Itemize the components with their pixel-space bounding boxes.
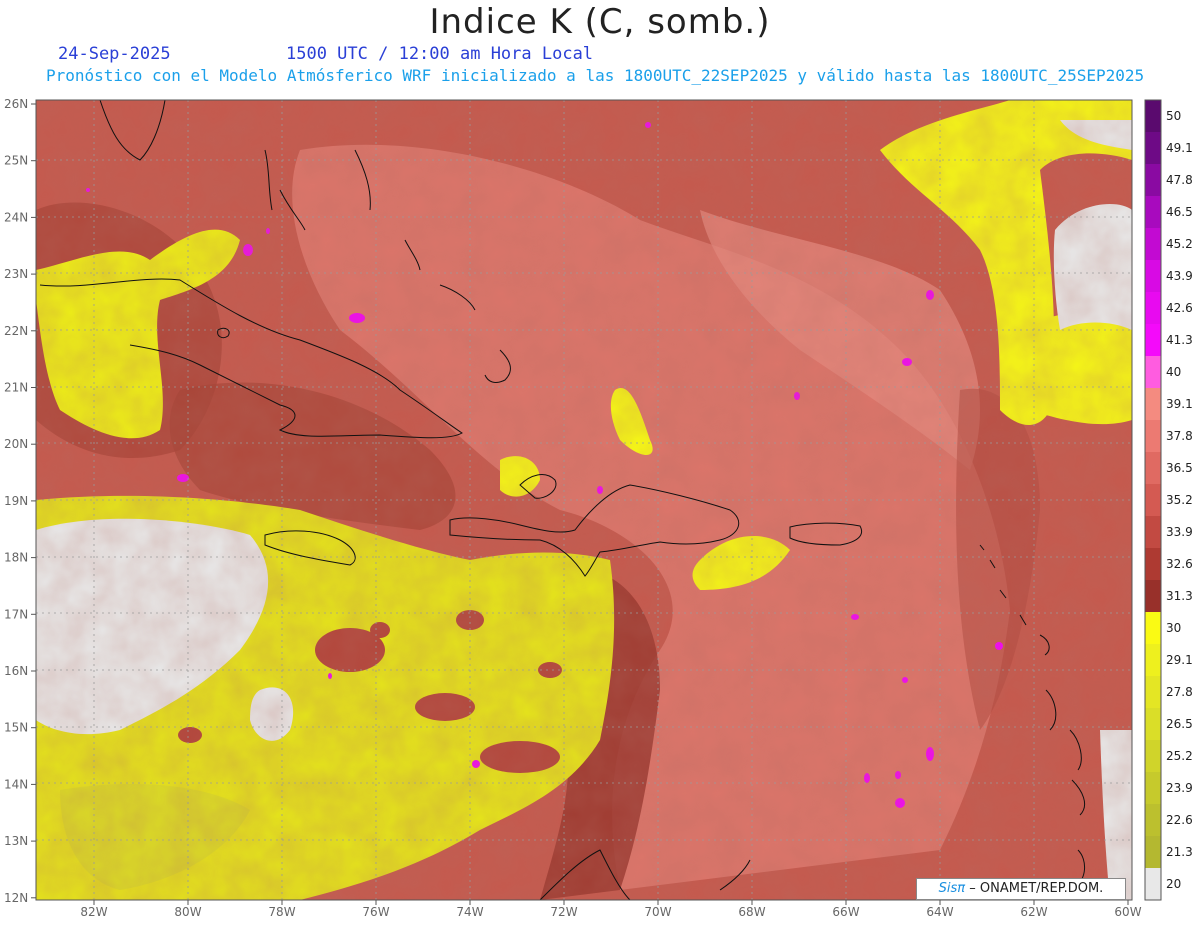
longitude-labels: 82W 80W 78W 76W 74W 72W 70W 68W 66W 64W 62W 60W — [80, 900, 1142, 919]
latitude-labels: 26N 25N 24N 23N 22N 21N 20N 19N 18N 17N 16N 15N 14N 1… — [4, 97, 36, 905]
lat-label-13N: 13N — [4, 834, 28, 848]
sispi-logo: Sisπ — [938, 881, 966, 896]
colorbar-swatch — [1145, 324, 1161, 357]
lon-label-70W: 70W — [644, 905, 671, 919]
lon-label-80W: 80W — [174, 905, 201, 919]
colorbar-label-20: 20 — [1166, 877, 1181, 891]
colorbar-swatch — [1145, 100, 1161, 133]
colorbar-swatch — [1145, 580, 1161, 613]
k-index-map: 26N 25N 24N 23N 22N 21N 20N 19N 18N 17N 16N 15N 14N 1… — [4, 97, 1193, 919]
colorbar-swatch — [1145, 132, 1161, 165]
colorbar-label-30: 30 — [1166, 621, 1181, 635]
colorbar-label-36.5: 36.5 — [1166, 461, 1193, 475]
lat-label-22N: 22N — [4, 324, 28, 338]
lon-label-82W: 82W — [80, 905, 107, 919]
colorbar-swatch — [1145, 452, 1161, 485]
colorbar-label-39.1: 39.1 — [1166, 397, 1193, 411]
map-title: Indice K (C, somb.) — [429, 2, 771, 42]
colorbar-swatch — [1145, 260, 1161, 293]
lon-label-78W: 78W — [268, 905, 295, 919]
colorbar-label-50: 50 — [1166, 109, 1181, 123]
colorbar-swatch — [1145, 356, 1161, 389]
credit-box: Sisπ – ONAMET/REP.DOM. — [916, 878, 1126, 900]
colorbar-label-26.5: 26.5 — [1166, 717, 1193, 731]
colorbar-label-37.8: 37.8 — [1166, 429, 1193, 443]
colorbar-label-29.1: 29.1 — [1166, 653, 1193, 667]
colorbar-label-46.5: 46.5 — [1166, 205, 1193, 219]
colorbar-swatch — [1145, 164, 1161, 197]
colorbar-swatch — [1145, 196, 1161, 229]
colorbar-label-40: 40 — [1166, 365, 1181, 379]
colorbar-swatch — [1145, 708, 1161, 741]
colorbar-swatch — [1145, 612, 1161, 645]
lon-label-76W: 76W — [362, 905, 389, 919]
lat-label-20N: 20N — [4, 437, 28, 451]
credit-text: – ONAMET/REP.DOM. — [969, 881, 1104, 896]
colorbar-label-33.9: 33.9 — [1166, 525, 1193, 539]
colorbar-label-32.6: 32.6 — [1166, 557, 1193, 571]
lat-label-25N: 25N — [4, 154, 28, 168]
lat-label-12N: 12N — [4, 891, 28, 905]
colorbar-swatch — [1145, 516, 1161, 549]
colorbar-swatch — [1145, 836, 1161, 869]
lon-label-64W: 64W — [926, 905, 953, 919]
colorbar-label-21.3: 21.3 — [1166, 845, 1193, 859]
lat-label-21N: 21N — [4, 381, 28, 395]
lat-label-19N: 19N — [4, 494, 28, 508]
lon-label-68W: 68W — [738, 905, 765, 919]
lat-label-26N: 26N — [4, 97, 28, 111]
colorbar-label-45.2: 45.2 — [1166, 237, 1193, 251]
colorbar-label-42.6: 42.6 — [1166, 301, 1193, 315]
model-description: Pronóstico con el Modelo Atmósferico WRF… — [46, 66, 1145, 85]
lat-label-15N: 15N — [4, 721, 28, 735]
lat-label-23N: 23N — [4, 267, 28, 281]
colorbar-label-23.9: 23.9 — [1166, 781, 1193, 795]
lon-label-66W: 66W — [832, 905, 859, 919]
colorbar-label-49.1: 49.1 — [1166, 141, 1193, 155]
colorbar-swatch — [1145, 420, 1161, 453]
colorbar-swatch — [1145, 228, 1161, 261]
lon-label-60W: 60W — [1114, 905, 1141, 919]
lat-label-24N: 24N — [4, 210, 28, 224]
colorbar-swatch — [1145, 868, 1161, 901]
colorbar-label-27.8: 27.8 — [1166, 685, 1193, 699]
lat-label-16N: 16N — [4, 664, 28, 678]
colorbar-swatch — [1145, 292, 1161, 325]
colorbar-swatch — [1145, 484, 1161, 517]
colorbar-swatch — [1145, 740, 1161, 773]
colorbar: 50 49.1 47.8 46.5 45.2 43.9 42.6 41.3 40 39.1 37.8… — [1144, 99, 1193, 901]
colorbar-label-47.8: 47.8 — [1166, 173, 1193, 187]
colorbar-swatch — [1145, 676, 1161, 709]
lon-label-62W: 62W — [1020, 905, 1047, 919]
colorbar-swatch — [1145, 772, 1161, 805]
colorbar-label-22.6: 22.6 — [1166, 813, 1193, 827]
map-field — [36, 100, 1132, 900]
colorbar-label-31.3: 31.3 — [1166, 589, 1193, 603]
forecast-time: 1500 UTC / 12:00 am Hora Local — [286, 44, 594, 64]
colorbar-swatch — [1145, 548, 1161, 581]
colorbar-swatch — [1145, 644, 1161, 677]
colorbar-swatch — [1145, 804, 1161, 837]
colorbar-label-41.3: 41.3 — [1166, 333, 1193, 347]
colorbar-label-43.9: 43.9 — [1166, 269, 1193, 283]
colorbar-swatch — [1145, 388, 1161, 421]
colorbar-label-35.2: 35.2 — [1166, 493, 1193, 507]
colorbar-label-25.2: 25.2 — [1166, 749, 1193, 763]
lat-label-17N: 17N — [4, 607, 28, 621]
lat-label-18N: 18N — [4, 551, 28, 565]
forecast-date: 24-Sep-2025 — [58, 44, 171, 64]
lon-label-74W: 74W — [456, 905, 483, 919]
lon-label-72W: 72W — [550, 905, 577, 919]
lat-label-14N: 14N — [4, 777, 28, 791]
